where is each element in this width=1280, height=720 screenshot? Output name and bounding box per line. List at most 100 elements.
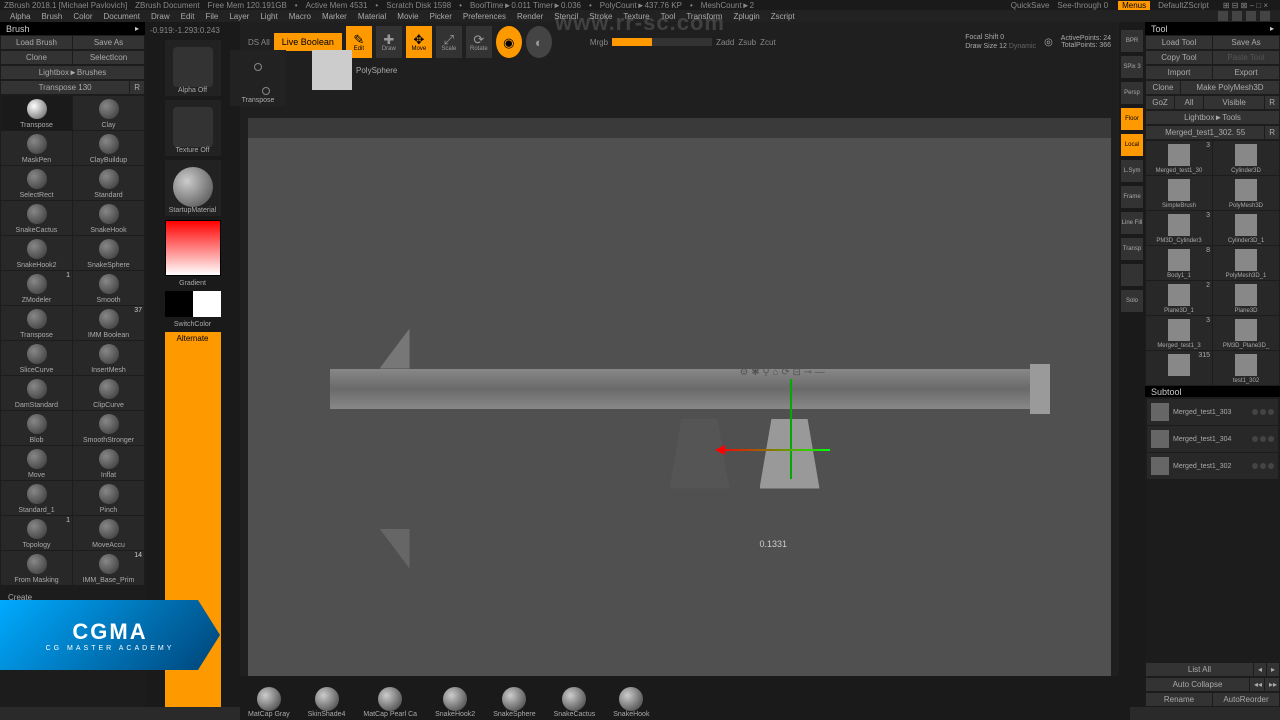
tool-header[interactable]: Tool▸ [1145, 22, 1280, 35]
menu-marker[interactable]: Marker [322, 12, 347, 21]
layout-icon[interactable] [1260, 11, 1270, 21]
load-brush[interactable]: Load Brush [1, 36, 72, 49]
tool-name[interactable]: Merged_test1_302. 55 [1146, 126, 1264, 139]
quick-skinshade4[interactable]: SkinShade4 [308, 687, 346, 718]
brush-transpose[interactable]: Transpose [1, 306, 72, 340]
brush-maskpen[interactable]: MaskPen [1, 131, 72, 165]
live-boolean-button[interactable]: Live Boolean [274, 33, 342, 51]
tool-[interactable]: 315 [1146, 351, 1212, 385]
zsub-label[interactable]: Zsub [738, 38, 756, 47]
brush-clay[interactable]: Clay [73, 96, 144, 130]
menu-zscript[interactable]: Zscript [771, 12, 795, 21]
brush-imm boolean[interactable]: 37IMM Boolean [73, 306, 144, 340]
select-icon[interactable]: SelectIcon [73, 51, 144, 64]
switchcolor-label[interactable]: SwitchColor [174, 321, 211, 328]
tool-merged_test1_3[interactable]: 3Merged_test1_3 [1146, 316, 1212, 350]
lsym-toggle[interactable]: L.Sym [1121, 160, 1143, 182]
move-mode[interactable]: ✥Move [406, 26, 432, 58]
quicksave[interactable]: QuickSave [1011, 1, 1050, 10]
gizmo-toggle[interactable]: ◉ [496, 26, 522, 58]
sculptris-toggle[interactable]: ◐ [526, 26, 552, 58]
subtool-item[interactable]: Merged_test1_304 [1147, 426, 1278, 452]
make-polymesh[interactable]: Make PolyMesh3D [1181, 81, 1279, 94]
rotate-mode[interactable]: ⟳Rotate [466, 26, 492, 58]
brush-move[interactable]: Move [1, 446, 72, 480]
linefill-toggle[interactable]: Line Fill [1121, 212, 1143, 234]
auto-collapse[interactable]: Auto Collapse [1146, 678, 1249, 691]
texture-tile[interactable]: Texture Off [165, 100, 221, 156]
menus-button[interactable]: Menus [1118, 1, 1150, 10]
zadd-label[interactable]: Zadd [716, 38, 734, 47]
tool-cylinder3d_1[interactable]: Cylinder3D_1 [1213, 211, 1279, 245]
transpose-slider[interactable]: Transpose 130 [1, 81, 129, 94]
quick-matcap gray[interactable]: MatCap Gray [248, 687, 290, 718]
brush-imm_base_prim[interactable]: 14IMM_Base_Prim [73, 551, 144, 585]
viewport[interactable]: ⚙ ✱ ⚲ ⌂ ⟳ ⊟ ⊸ — 0.1331 [248, 118, 1111, 699]
subtool-item[interactable]: Merged_test1_302 [1147, 453, 1278, 479]
tool-merged_test1_30[interactable]: 3Merged_test1_30 [1146, 141, 1212, 175]
frame-button[interactable]: Frame [1121, 186, 1143, 208]
subtool-header[interactable]: Subtool [1145, 386, 1280, 397]
menu-zplugin[interactable]: Zplugin [733, 12, 759, 21]
brush-standard_1[interactable]: Standard_1 [1, 481, 72, 515]
quick-snakesphere[interactable]: SnakeSphere [493, 687, 535, 718]
tool-cylinder3d[interactable]: Cylinder3D [1213, 141, 1279, 175]
brush-insertmesh[interactable]: InsertMesh [73, 341, 144, 375]
draw-size[interactable]: Draw Size 12 [965, 43, 1007, 50]
floor-toggle[interactable]: Floor [1121, 108, 1143, 130]
brush-snakehook2[interactable]: SnakeHook2 [1, 236, 72, 270]
save-brush[interactable]: Save As [73, 36, 144, 49]
menu-color[interactable]: Color [73, 12, 92, 21]
brush-snakehook[interactable]: SnakeHook [73, 201, 144, 235]
tool-simplebrush[interactable]: SimpleBrush [1146, 176, 1212, 210]
ghost-toggle[interactable] [1121, 264, 1143, 286]
menu-preferences[interactable]: Preferences [463, 12, 506, 21]
brush-standard[interactable]: Standard [73, 166, 144, 200]
brush-slicecurve[interactable]: SliceCurve [1, 341, 72, 375]
brush-topology[interactable]: 1Topology [1, 516, 72, 550]
gizmo-icons[interactable]: ⚙ ✱ ⚲ ⌂ ⟳ ⊟ ⊸ — [740, 367, 825, 378]
bpr-button[interactable]: BPR [1121, 30, 1143, 52]
load-tool[interactable]: Load Tool [1146, 36, 1212, 49]
brush-blob[interactable]: Blob [1, 411, 72, 445]
transpose-tile[interactable]: Transpose [230, 50, 286, 106]
clone-tool[interactable]: Clone [1146, 81, 1180, 94]
tool-polymesh3d[interactable]: PolyMesh3D [1213, 176, 1279, 210]
reset-button[interactable]: R [130, 81, 144, 94]
autoreorder[interactable]: AutoReorder [1213, 693, 1279, 706]
quick-matcap pearl ca[interactable]: MatCap Pearl Ca [363, 687, 417, 718]
brush-zmodeler[interactable]: 1ZModeler [1, 271, 72, 305]
menu-material[interactable]: Material [358, 12, 386, 21]
tool-test1_302[interactable]: test1_302 [1213, 351, 1279, 385]
tool-pm3d_plane3d_[interactable]: PM3D_Plane3D_ [1213, 316, 1279, 350]
menu-movie[interactable]: Movie [397, 12, 418, 21]
brush-smoothstronger[interactable]: SmoothStronger [73, 411, 144, 445]
quick-snakehook[interactable]: SnakeHook [613, 687, 649, 718]
menu-render[interactable]: Render [517, 12, 543, 21]
brush-inflat[interactable]: Inflat [73, 446, 144, 480]
solo-toggle[interactable]: Solo [1121, 290, 1143, 312]
brush-smooth[interactable]: Smooth [73, 271, 144, 305]
brush-snakecactus[interactable]: SnakeCactus [1, 201, 72, 235]
color-picker[interactable] [165, 220, 221, 276]
brush-pinch[interactable]: Pinch [73, 481, 144, 515]
menu-picker[interactable]: Picker [430, 12, 452, 21]
menu-light[interactable]: Light [260, 12, 277, 21]
rgb-slider[interactable] [612, 38, 712, 46]
brush-claybuildup[interactable]: ClayBuildup [73, 131, 144, 165]
list-all[interactable]: List All [1146, 663, 1253, 676]
persp-toggle[interactable]: Persp [1121, 82, 1143, 104]
brush-transpose[interactable]: Transpose [1, 96, 72, 130]
scale-mode[interactable]: ⤢Scale [436, 26, 462, 58]
tool-pm3d_cylinder3[interactable]: 3PM3D_Cylinder3 [1146, 211, 1212, 245]
lightbox-tools[interactable]: Lightbox►Tools [1146, 111, 1279, 124]
brush-from masking[interactable]: From Masking [1, 551, 72, 585]
spix[interactable]: SPix 3 [1121, 56, 1143, 78]
brush-selectrect[interactable]: SelectRect [1, 166, 72, 200]
menu-alpha[interactable]: Alpha [10, 12, 30, 21]
quick-snakehook2[interactable]: SnakeHook2 [435, 687, 475, 718]
menu-layer[interactable]: Layer [229, 12, 249, 21]
seethrough[interactable]: See-through 0 [1057, 1, 1108, 10]
local-toggle[interactable]: Local [1121, 134, 1143, 156]
default-zscript[interactable]: DefaultZScript [1158, 1, 1209, 10]
